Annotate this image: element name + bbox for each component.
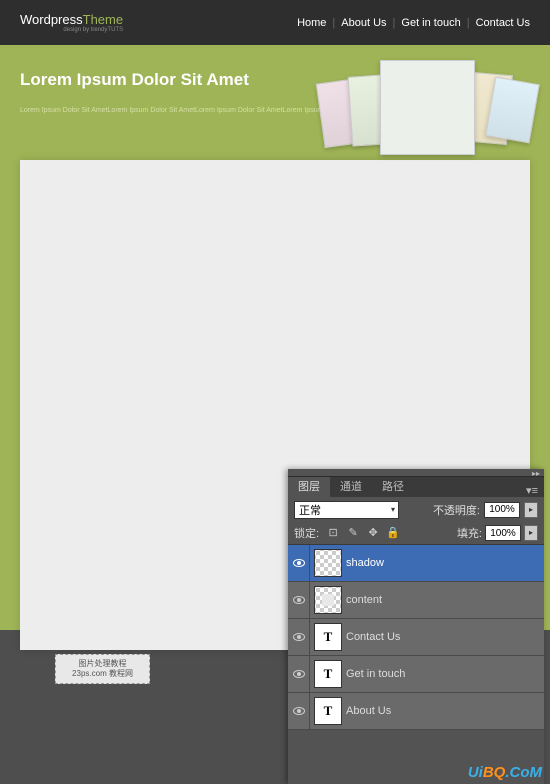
visibility-toggle[interactable] bbox=[288, 693, 310, 729]
tab-channels[interactable]: 通道 bbox=[330, 475, 372, 497]
layer-thumbnail[interactable] bbox=[314, 586, 342, 614]
layer-name: shadow bbox=[346, 557, 384, 569]
blend-mode-row: 正常 不透明度: ▸ bbox=[288, 497, 544, 522]
lock-paint-icon[interactable]: ✎ bbox=[346, 526, 360, 540]
template-thumbnail-front bbox=[380, 60, 475, 155]
eye-icon bbox=[293, 596, 305, 604]
lock-position-icon[interactable]: ✥ bbox=[366, 526, 380, 540]
layers-panel: ▸▸ 图层 通道 路径 ▾≡ 正常 不透明度: ▸ 锁定: ⊡ ✎ ✥ 🔒 填充… bbox=[288, 469, 544, 784]
layer-row-content[interactable]: content bbox=[288, 582, 544, 619]
layer-list: shadow content T Contact Us T Get in tou… bbox=[288, 545, 544, 730]
text-layer-icon[interactable]: T bbox=[314, 660, 342, 688]
panel-topbar[interactable]: ▸▸ bbox=[288, 469, 544, 477]
logo-tagline: design by trendyTUTS bbox=[20, 27, 123, 33]
layer-name: Get in touch bbox=[346, 668, 405, 680]
nav-separator: | bbox=[332, 17, 335, 29]
text-layer-icon[interactable]: T bbox=[314, 623, 342, 651]
text-layer-icon[interactable]: T bbox=[314, 697, 342, 725]
tab-layers[interactable]: 图层 bbox=[288, 475, 330, 497]
nav-about[interactable]: About Us bbox=[341, 17, 386, 29]
layer-name: Contact Us bbox=[346, 631, 400, 643]
site-logo: WordpressTheme design by trendyTUTS bbox=[20, 12, 123, 33]
watermark-line1: 图片处理教程 bbox=[79, 659, 127, 668]
visibility-toggle[interactable] bbox=[288, 656, 310, 692]
lock-all-icon[interactable]: 🔒 bbox=[386, 526, 400, 540]
tab-paths[interactable]: 路径 bbox=[372, 475, 414, 497]
collapse-icon[interactable]: ▸▸ bbox=[532, 469, 540, 478]
eye-icon bbox=[293, 559, 305, 567]
eye-icon bbox=[293, 670, 305, 678]
panel-tabs: 图层 通道 路径 ▾≡ bbox=[288, 477, 544, 497]
layer-row-aboutus[interactable]: T About Us bbox=[288, 693, 544, 730]
opacity-input[interactable] bbox=[484, 502, 520, 518]
blend-mode-select[interactable]: 正常 bbox=[294, 501, 399, 519]
layer-name: content bbox=[346, 594, 382, 606]
fill-label: 填充: bbox=[457, 525, 482, 541]
template-thumbnail bbox=[485, 77, 540, 144]
logo-word-2: Theme bbox=[83, 12, 123, 27]
visibility-toggle[interactable] bbox=[288, 545, 310, 581]
opacity-flyout-button[interactable]: ▸ bbox=[524, 502, 538, 518]
watermark-line2: 23ps.com 教程网 bbox=[72, 669, 133, 678]
nav-separator: | bbox=[393, 17, 396, 29]
eye-icon bbox=[293, 707, 305, 715]
main-nav: Home | About Us | Get in touch | Contact… bbox=[297, 17, 530, 29]
layer-row-shadow[interactable]: shadow bbox=[288, 545, 544, 582]
fill-flyout-button[interactable]: ▸ bbox=[524, 525, 538, 541]
blend-mode-value: 正常 bbox=[299, 502, 321, 518]
nav-separator: | bbox=[467, 17, 470, 29]
nav-contact[interactable]: Contact Us bbox=[476, 17, 530, 29]
lock-icon-group: ⊡ ✎ ✥ 🔒 bbox=[326, 526, 400, 540]
hero-template-showcase bbox=[315, 55, 540, 165]
layer-name: About Us bbox=[346, 705, 391, 717]
layer-row-contactus[interactable]: T Contact Us bbox=[288, 619, 544, 656]
fill-input[interactable] bbox=[485, 525, 521, 541]
layer-row-getintouch[interactable]: T Get in touch bbox=[288, 656, 544, 693]
lock-transparency-icon[interactable]: ⊡ bbox=[326, 526, 340, 540]
visibility-toggle[interactable] bbox=[288, 582, 310, 618]
eye-icon bbox=[293, 633, 305, 641]
opacity-label: 不透明度: bbox=[433, 502, 480, 518]
site-watermark-brand: UiBQ.CoM bbox=[468, 764, 542, 781]
visibility-toggle[interactable] bbox=[288, 619, 310, 655]
lock-label: 锁定: bbox=[294, 525, 319, 541]
nav-home[interactable]: Home bbox=[297, 17, 326, 29]
layer-thumbnail[interactable] bbox=[314, 549, 342, 577]
panel-menu-icon[interactable]: ▾≡ bbox=[520, 484, 544, 497]
logo-word-1: Wordpress bbox=[20, 12, 83, 27]
watermark-stamp: 图片处理教程 23ps.com 教程网 bbox=[55, 654, 150, 684]
lock-row: 锁定: ⊡ ✎ ✥ 🔒 填充: ▸ bbox=[288, 522, 544, 545]
site-header: WordpressTheme design by trendyTUTS Home… bbox=[0, 0, 550, 45]
nav-get-in-touch[interactable]: Get in touch bbox=[401, 17, 460, 29]
